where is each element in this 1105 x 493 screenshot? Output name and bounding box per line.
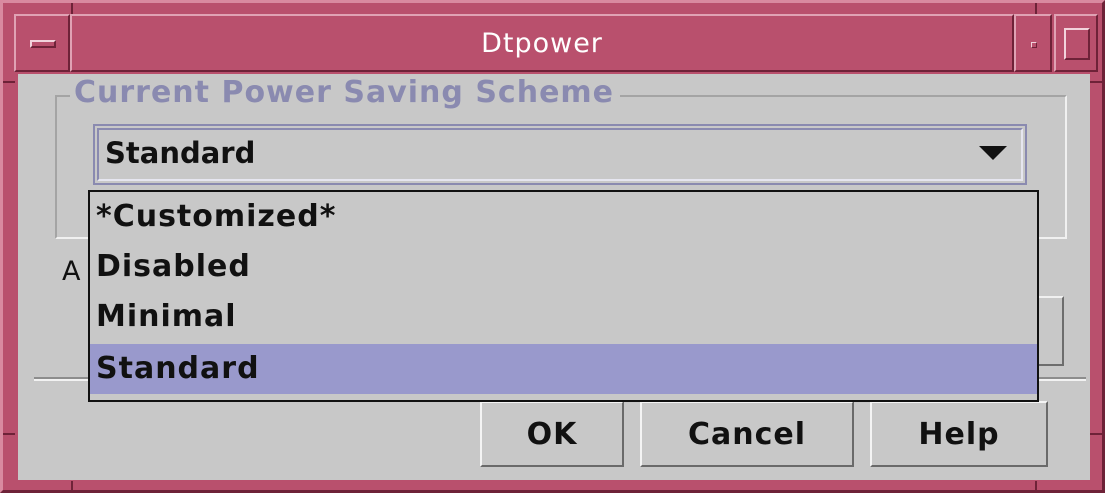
frame-notch (71, 481, 73, 493)
maximize-button[interactable] (1054, 14, 1098, 72)
scheme-dropdown-list[interactable]: *Customized* Disabled Minimal Standard (88, 190, 1039, 402)
chevron-down-icon[interactable] (979, 146, 1007, 160)
window-title: Dtpower (481, 27, 603, 59)
list-item-standard[interactable]: Standard (90, 344, 1037, 394)
partially-hidden-button[interactable] (1036, 296, 1064, 366)
power-scheme-combo[interactable]: Standard (93, 124, 1027, 185)
ok-button[interactable]: OK (480, 401, 624, 467)
partial-label: A (62, 256, 81, 287)
list-item-customized[interactable]: *Customized* (90, 192, 1037, 242)
combo-value: Standard (105, 136, 256, 170)
list-item-minimal[interactable]: Minimal (90, 292, 1037, 342)
maximize-icon (1064, 28, 1090, 60)
frame-notch (1035, 481, 1037, 493)
minimize-icon (1031, 42, 1037, 48)
group-legend: Current Power Saving Scheme (70, 74, 621, 112)
minimize-button[interactable] (1014, 14, 1052, 72)
cancel-button[interactable]: Cancel (640, 401, 854, 467)
frame-notch (1090, 81, 1102, 83)
help-button[interactable]: Help (870, 401, 1048, 467)
title-bar[interactable]: Dtpower (14, 14, 1098, 72)
frame-notch (1090, 433, 1102, 435)
frame-notch (3, 433, 15, 435)
frame-notch (3, 81, 15, 83)
title-area[interactable]: Dtpower (70, 14, 1014, 72)
window-menu-button[interactable] (14, 14, 70, 72)
list-item-disabled[interactable]: Disabled (90, 242, 1037, 292)
window-menu-icon (30, 40, 56, 48)
